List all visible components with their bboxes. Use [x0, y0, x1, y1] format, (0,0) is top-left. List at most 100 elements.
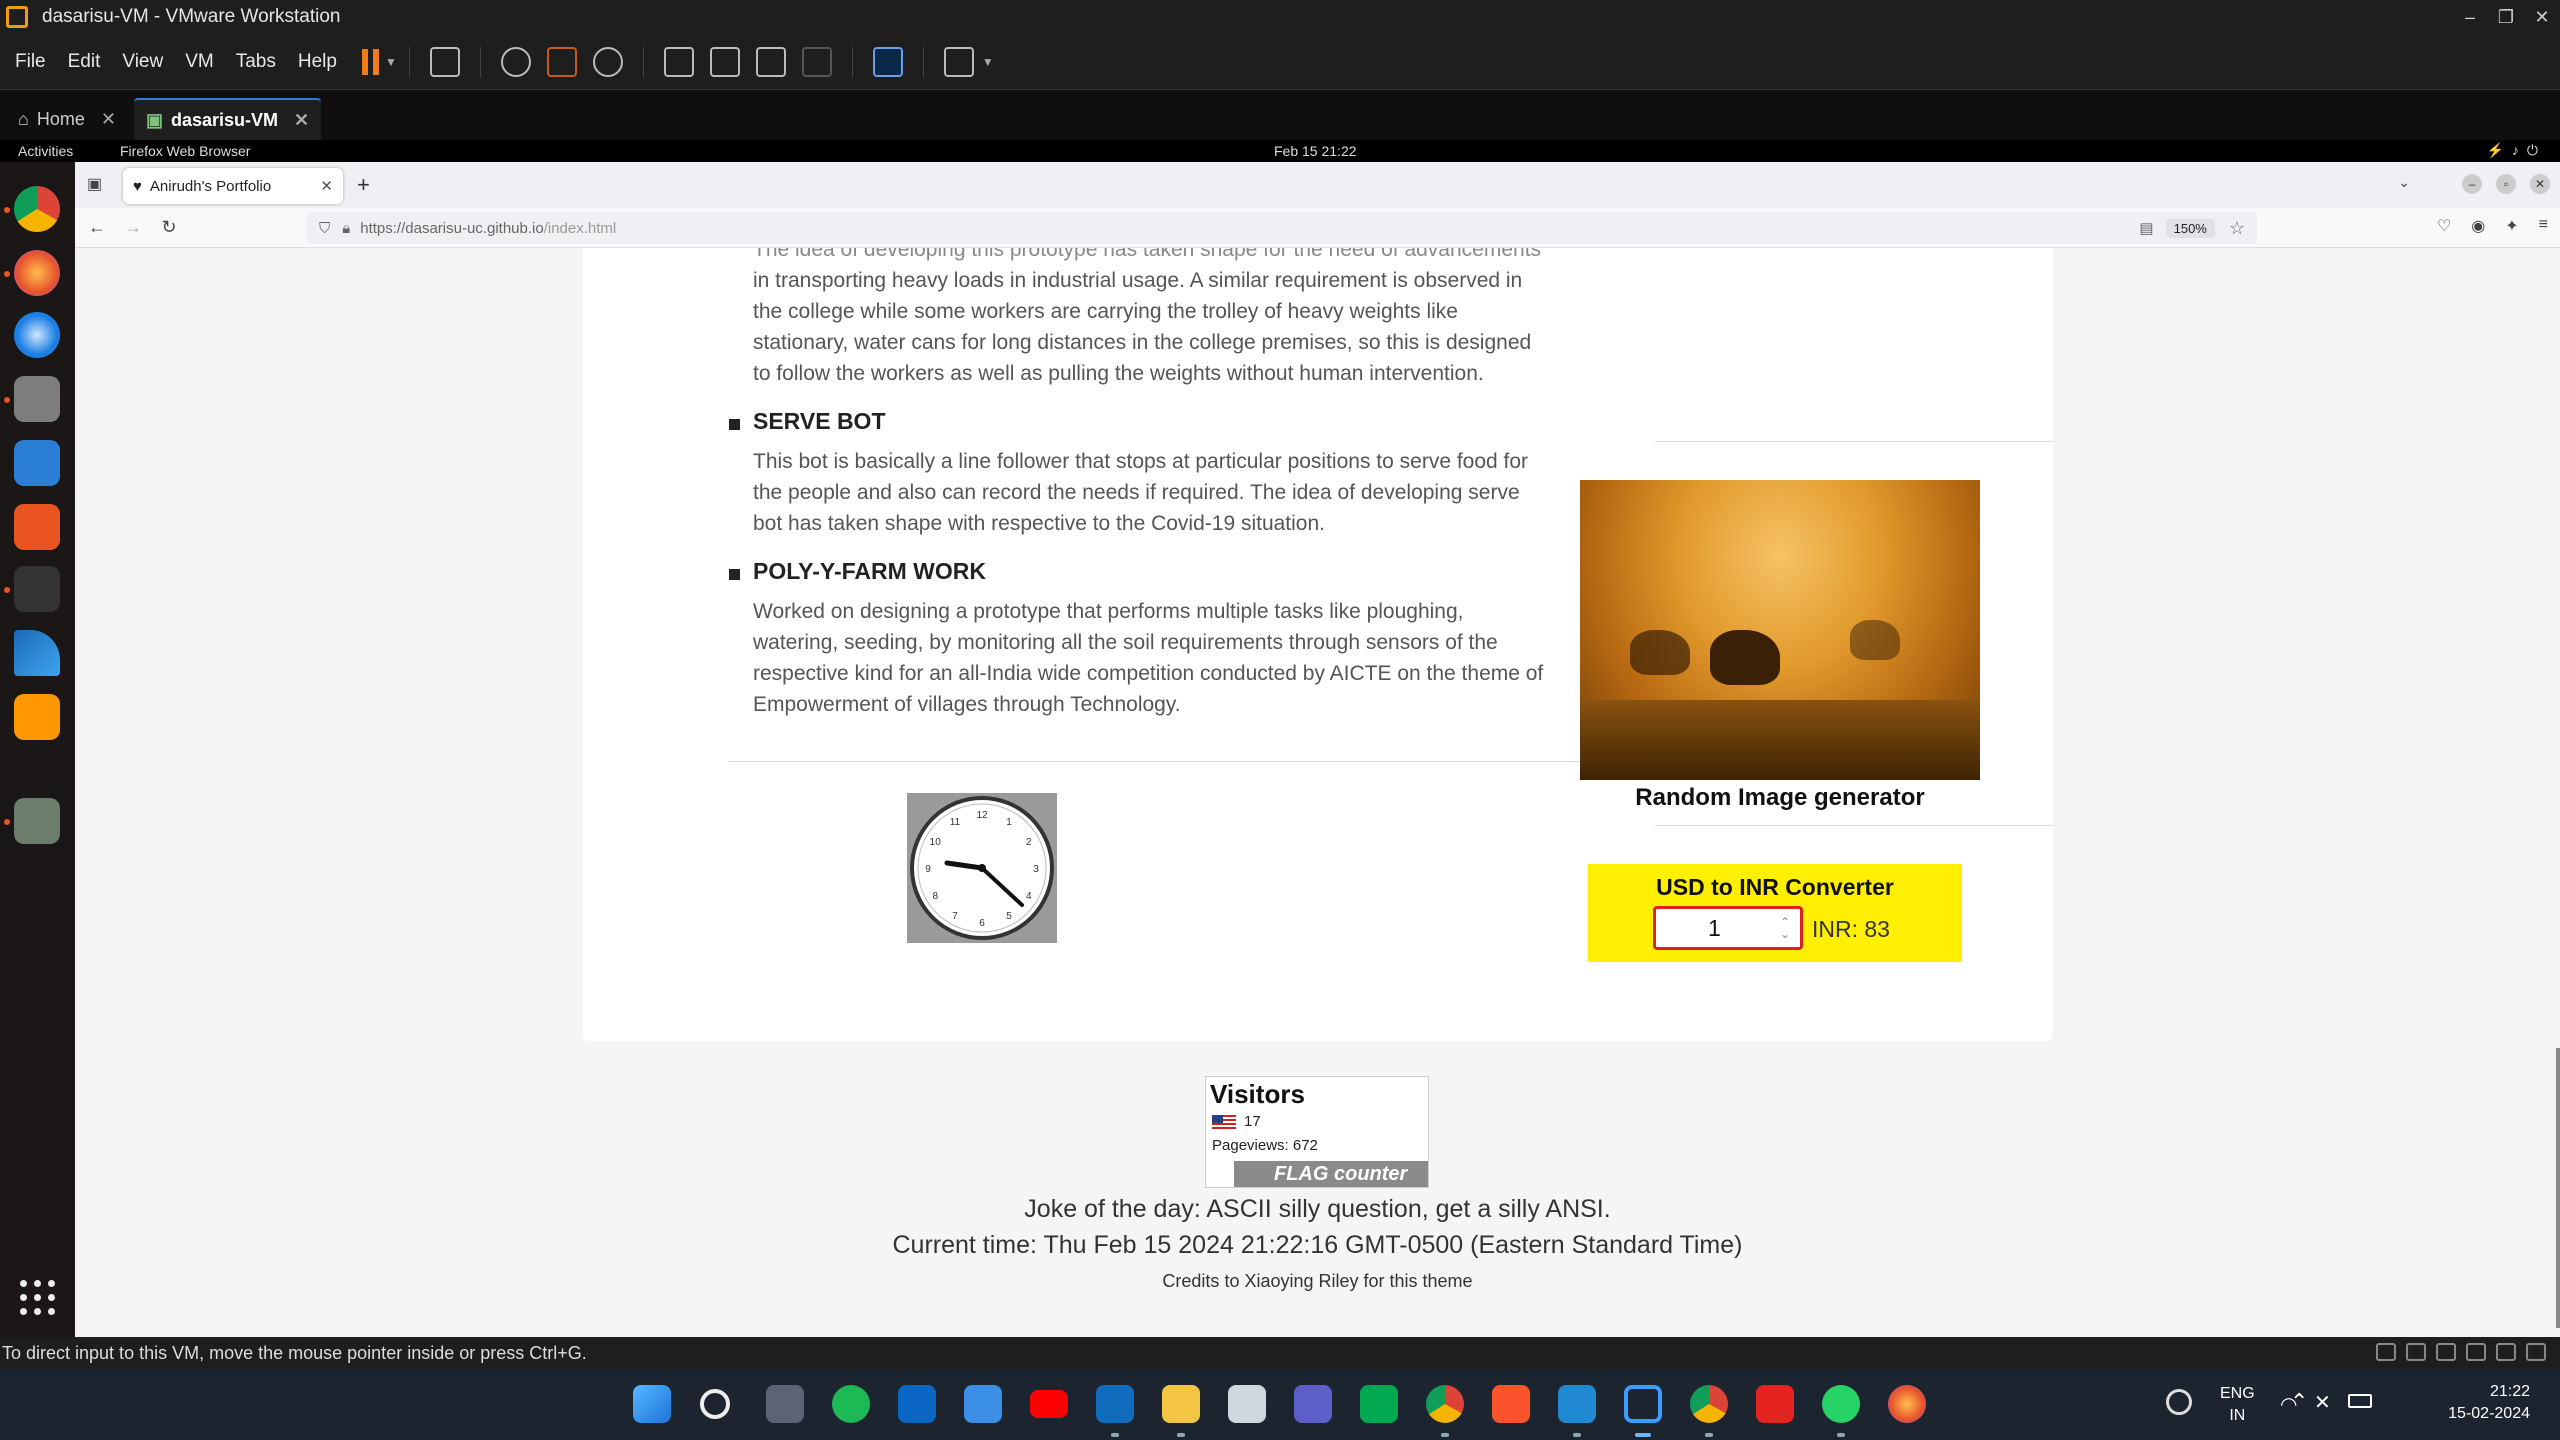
language-indicator[interactable]: ENG IN: [2220, 1383, 2255, 1427]
close-tab-vm-icon[interactable]: ✕: [294, 110, 309, 131]
stretch-guest-icon[interactable]: [943, 46, 974, 77]
menu-edit[interactable]: Edit: [57, 51, 112, 73]
show-apps-icon[interactable]: [20, 1280, 56, 1316]
close-browser-tab-icon[interactable]: ✕: [320, 177, 333, 195]
activities-button[interactable]: Activities: [18, 143, 73, 159]
revert-snapshot-icon[interactable]: [546, 46, 577, 77]
tab-overview-icon[interactable]: ▣: [87, 174, 102, 194]
file-explorer-icon[interactable]: [1162, 1385, 1200, 1423]
calculator-icon[interactable]: [766, 1385, 804, 1423]
vmware-icon[interactable]: [1624, 1385, 1662, 1423]
tab-home[interactable]: ⌂ Home ✕: [6, 98, 128, 140]
network-icon[interactable]: [2406, 1343, 2426, 1361]
account-icon[interactable]: ◉: [2471, 216, 2485, 236]
reload-icon[interactable]: ↻: [151, 217, 187, 238]
back-icon[interactable]: ←: [79, 217, 115, 238]
close-button[interactable]: ✕: [2524, 0, 2560, 34]
firefox-icon[interactable]: [1888, 1385, 1926, 1423]
teams-icon[interactable]: [1294, 1385, 1332, 1423]
acrobat-icon[interactable]: [1756, 1385, 1794, 1423]
whatsapp-icon[interactable]: [1822, 1385, 1860, 1423]
snapshot-manager-icon[interactable]: [592, 46, 623, 77]
fullscreen-icon[interactable]: [755, 46, 786, 77]
description-line: Empowerment of villages through Technolo…: [753, 693, 1181, 716]
app-menu-icon[interactable]: ≡: [2539, 216, 2548, 236]
shield-icon[interactable]: ⛉: [319, 220, 330, 237]
send-ctrl-alt-del-icon[interactable]: [429, 46, 460, 77]
wireshark-icon[interactable]: [14, 630, 60, 676]
software-icon[interactable]: [14, 504, 60, 550]
bookmark-star-icon[interactable]: ☆: [2229, 218, 2245, 239]
chrome-icon[interactable]: [1426, 1385, 1464, 1423]
sidebar-toggle-icon[interactable]: [663, 46, 694, 77]
meet-icon[interactable]: [1360, 1385, 1398, 1423]
wolfram-icon[interactable]: [1228, 1385, 1266, 1423]
firefox-icon[interactable]: [14, 250, 60, 296]
ff-minimize-button[interactable]: –: [2462, 174, 2482, 194]
unity-icon[interactable]: [801, 46, 832, 77]
ff-maximize-button[interactable]: ▫: [2496, 174, 2516, 194]
menu-view[interactable]: View: [111, 51, 174, 73]
usb-icon[interactable]: [2496, 1343, 2516, 1361]
url-bar[interactable]: ⛉ 🔒︎ https://dasarisu-uc.github.io/index…: [307, 212, 2257, 244]
battery-icon[interactable]: [2348, 1394, 2372, 1408]
wifi-icon[interactable]: ◠: [2280, 1392, 2297, 1417]
volume-muted-icon[interactable]: ✕: [2314, 1390, 2331, 1415]
vscode-icon[interactable]: [1558, 1385, 1596, 1423]
app-menu[interactable]: Firefox Web Browser: [120, 143, 250, 159]
pocket-icon[interactable]: ♡: [2437, 216, 2451, 236]
spotify-icon[interactable]: [832, 1385, 870, 1423]
message-icon[interactable]: [2526, 1343, 2546, 1361]
chrome-icon[interactable]: [14, 186, 60, 232]
reader-view-icon[interactable]: ▤: [2139, 219, 2153, 237]
sublime-icon[interactable]: [14, 694, 60, 740]
outlook-icon[interactable]: [1096, 1385, 1134, 1423]
stretch-dropdown-icon[interactable]: ▼: [982, 55, 994, 69]
maximize-button[interactable]: ❐: [2488, 0, 2524, 34]
sound-icon[interactable]: [2466, 1343, 2486, 1361]
system-tray-icons[interactable]: ⚡♪⏻: [2486, 142, 2546, 159]
extensions-icon[interactable]: ✦: [2505, 216, 2518, 236]
pause-icon[interactable]: [361, 48, 379, 75]
brave-icon[interactable]: [1492, 1385, 1530, 1423]
windows-start-icon[interactable]: [633, 1385, 671, 1423]
pause-dropdown-icon[interactable]: ▼: [385, 55, 397, 69]
ff-close-button[interactable]: ✕: [2530, 174, 2550, 194]
printer-icon[interactable]: [2436, 1343, 2456, 1361]
menu-vm[interactable]: VM: [174, 51, 225, 73]
thumbnail-bar-icon[interactable]: [709, 46, 740, 77]
files-icon[interactable]: [14, 376, 60, 422]
snapshot-icon[interactable]: [500, 46, 531, 77]
chrome-profile-icon[interactable]: [1690, 1385, 1728, 1423]
page-scrollbar[interactable]: [2556, 1048, 2560, 1328]
gnome-clock[interactable]: Feb 15 21:22: [1274, 143, 1357, 159]
list-tabs-icon[interactable]: ⌄: [2398, 174, 2410, 191]
forward-icon[interactable]: →: [115, 217, 151, 238]
browser-tab[interactable]: ♥ Anirudh's Portfolio ✕: [123, 168, 343, 204]
hdd-icon[interactable]: [2376, 1343, 2396, 1361]
thunderbird-icon[interactable]: [14, 312, 60, 358]
youtube-icon[interactable]: [1030, 1390, 1068, 1418]
close-tab-home-icon[interactable]: ✕: [101, 109, 116, 130]
terminal-icon[interactable]: [14, 566, 60, 612]
menu-help[interactable]: Help: [287, 51, 348, 73]
number-spinner-icon[interactable]: ⌃ ⌄: [1780, 916, 1790, 940]
mail-icon[interactable]: [964, 1385, 1002, 1423]
zoom-level[interactable]: 150%: [2165, 218, 2215, 238]
sidebar-divider: [1655, 825, 2053, 826]
taskbar-clock[interactable]: 21:22 15-02-2024: [2430, 1381, 2530, 1425]
lock-icon[interactable]: 🔒︎: [342, 220, 350, 237]
sync-icon[interactable]: [2166, 1389, 2192, 1415]
menu-tabs[interactable]: Tabs: [225, 51, 287, 73]
console-view-icon[interactable]: [872, 46, 903, 77]
linkedin-icon[interactable]: [898, 1385, 936, 1423]
new-tab-button[interactable]: +: [357, 172, 370, 198]
tab-vm[interactable]: ▣ dasarisu-VM ✕: [133, 98, 322, 140]
visitors-title: Visitors: [1210, 1079, 1305, 1109]
minimize-button[interactable]: –: [2452, 0, 2488, 34]
search-icon[interactable]: [700, 1389, 730, 1419]
menu-file[interactable]: File: [4, 51, 57, 73]
trash-icon[interactable]: [14, 798, 60, 844]
writer-icon[interactable]: [14, 440, 60, 486]
flag-counter-widget[interactable]: Visitors 17 Pageviews: 672 FLAG counter: [1205, 1076, 1429, 1188]
